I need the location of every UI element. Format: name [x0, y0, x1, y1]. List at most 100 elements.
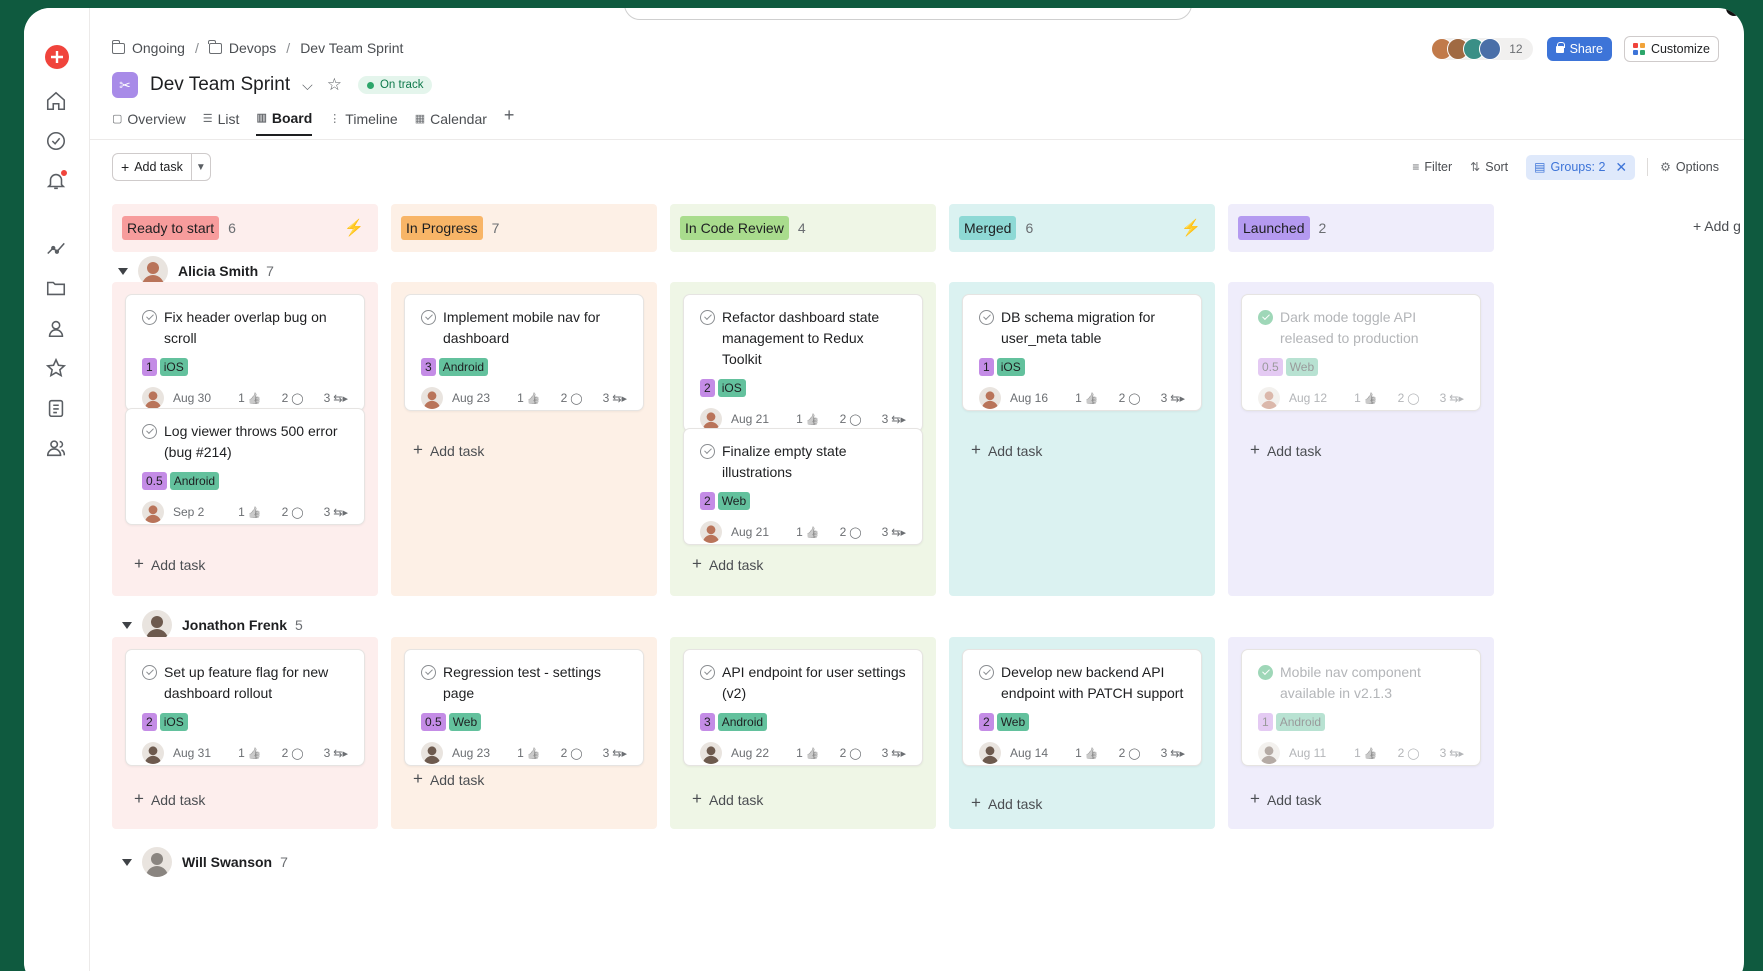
- reporting-icon[interactable]: [43, 235, 69, 261]
- subtasks-count[interactable]: 3 ⇆▸: [314, 746, 348, 760]
- complete-check-icon[interactable]: [421, 310, 436, 325]
- group-header[interactable]: Jonathon Frenk 5: [122, 610, 303, 640]
- subtasks-count[interactable]: 3 ⇆▸: [593, 391, 627, 405]
- likes-count[interactable]: 1 👍: [228, 746, 261, 760]
- due-date[interactable]: Aug 23: [452, 746, 497, 760]
- complete-check-icon[interactable]: [142, 665, 157, 680]
- due-date[interactable]: Aug 22: [731, 746, 776, 760]
- task-card[interactable]: Set up feature flag for new dashboard ro…: [125, 649, 365, 766]
- likes-count[interactable]: 1 👍: [1344, 746, 1377, 760]
- breadcrumb-item-ongoing[interactable]: Ongoing: [111, 39, 185, 56]
- portfolios-icon[interactable]: [43, 315, 69, 341]
- options-button[interactable]: ⚙ Options: [1660, 160, 1719, 174]
- assignee-avatar[interactable]: [421, 742, 443, 764]
- add-task-button[interactable]: + Add task: [1250, 789, 1321, 809]
- tab-calendar[interactable]: ▦ Calendar: [415, 108, 487, 136]
- likes-count[interactable]: 1 👍: [1065, 391, 1098, 405]
- comments-count[interactable]: 2 ◯: [272, 391, 304, 405]
- due-date[interactable]: Aug 16: [1010, 391, 1055, 405]
- subtasks-count[interactable]: 3 ⇆▸: [593, 746, 627, 760]
- complete-check-icon[interactable]: [421, 665, 436, 680]
- comments-count[interactable]: 2 ◯: [830, 525, 862, 539]
- task-card[interactable]: Implement mobile nav for dashboard 3 Andro…: [404, 294, 644, 411]
- comments-count[interactable]: 2 ◯: [1388, 746, 1420, 760]
- assignee-avatar[interactable]: [979, 387, 1001, 409]
- home-icon[interactable]: [43, 88, 69, 114]
- subtasks-count[interactable]: 3 ⇆▸: [872, 525, 906, 539]
- add-task-button[interactable]: + Add task: [692, 789, 763, 809]
- tab-timeline[interactable]: ⋮ Timeline: [329, 108, 397, 136]
- filter-button[interactable]: ≡ Filter: [1412, 160, 1452, 174]
- chevron-down-icon[interactable]: ⌵: [302, 77, 313, 94]
- likes-count[interactable]: 1 👍: [786, 525, 819, 539]
- add-task-button[interactable]: + Add task: [1250, 440, 1321, 460]
- star-icon[interactable]: ☆: [327, 75, 342, 95]
- column-label[interactable]: In Code Review: [680, 216, 789, 240]
- collapse-triangle-icon[interactable]: [122, 621, 132, 629]
- likes-count[interactable]: 1 👍: [786, 412, 819, 426]
- add-task-button[interactable]: + Add task ▼: [112, 153, 211, 181]
- close-icon[interactable]: ✕: [1615, 159, 1627, 176]
- complete-check-icon[interactable]: [1258, 665, 1273, 680]
- projects-folder-icon[interactable]: [43, 275, 69, 301]
- complete-check-icon[interactable]: [1258, 310, 1273, 325]
- comments-count[interactable]: 2 ◯: [1388, 391, 1420, 405]
- tab-overview[interactable]: ▢ Overview: [112, 108, 186, 136]
- likes-count[interactable]: 1 👍: [1344, 391, 1377, 405]
- task-card[interactable]: Log viewer throws 500 error (bug #214) 0.…: [125, 408, 365, 525]
- subtasks-count[interactable]: 3 ⇆▸: [314, 505, 348, 519]
- likes-count[interactable]: 1 👍: [507, 746, 540, 760]
- comments-count[interactable]: 2 ◯: [272, 505, 304, 519]
- column-label[interactable]: Merged: [959, 216, 1017, 240]
- assignee-avatar[interactable]: [700, 408, 722, 430]
- add-group-button[interactable]: + Add g: [1693, 218, 1741, 234]
- complete-check-icon[interactable]: [700, 665, 715, 680]
- likes-count[interactable]: 1 👍: [786, 746, 819, 760]
- task-card[interactable]: Refactor dashboard state management to R…: [683, 294, 923, 432]
- assignee-avatar[interactable]: [142, 742, 164, 764]
- customize-button[interactable]: Customize: [1623, 36, 1719, 62]
- assignee-avatar[interactable]: [979, 742, 1001, 764]
- add-task-button[interactable]: + Add task: [692, 554, 763, 574]
- rule-bolt-icon[interactable]: ⚡: [344, 218, 364, 238]
- groups-button[interactable]: ▤ Groups: 2 ✕: [1526, 154, 1636, 180]
- due-date[interactable]: Aug 21: [731, 412, 776, 426]
- likes-count[interactable]: 1 👍: [507, 391, 540, 405]
- due-date[interactable]: Sep 2: [173, 505, 218, 519]
- task-card[interactable]: Regression test - settings page 0.5 Web Aug…: [404, 649, 644, 766]
- likes-count[interactable]: 1 👍: [228, 505, 261, 519]
- my-tasks-icon[interactable]: [43, 128, 69, 154]
- comments-count[interactable]: 2 ◯: [1109, 391, 1141, 405]
- due-date[interactable]: Aug 30: [173, 391, 218, 405]
- complete-check-icon[interactable]: [979, 665, 994, 680]
- column-label[interactable]: In Progress: [401, 216, 483, 240]
- comments-count[interactable]: 2 ◯: [551, 746, 583, 760]
- collapse-triangle-icon[interactable]: [118, 267, 128, 275]
- assignee-avatar[interactable]: [1258, 742, 1280, 764]
- complete-check-icon[interactable]: [979, 310, 994, 325]
- comments-count[interactable]: 2 ◯: [830, 746, 862, 760]
- member-avatars[interactable]: 12: [1431, 38, 1533, 60]
- likes-count[interactable]: 1 👍: [1065, 746, 1098, 760]
- status-badge[interactable]: On track: [357, 76, 433, 94]
- task-card[interactable]: Develop new backend API endpoint with PA…: [962, 649, 1202, 766]
- due-date[interactable]: Aug 11: [1289, 746, 1334, 760]
- add-task-button[interactable]: + Add task: [413, 769, 484, 789]
- assignee-avatar[interactable]: [1258, 387, 1280, 409]
- due-date[interactable]: Aug 31: [173, 746, 218, 760]
- column-label[interactable]: Launched: [1238, 216, 1310, 240]
- add-task-main[interactable]: + Add task: [113, 154, 192, 180]
- chevron-down-icon[interactable]: ▼: [192, 154, 210, 180]
- share-button[interactable]: Share: [1546, 37, 1612, 61]
- task-card[interactable]: Finalize empty state illustrations 2 Web Au…: [683, 428, 923, 545]
- task-card[interactable]: Mobile nav component available in v2.1.3…: [1241, 649, 1481, 766]
- subtasks-count[interactable]: 3 ⇆▸: [1430, 746, 1464, 760]
- due-date[interactable]: Aug 14: [1010, 746, 1055, 760]
- breadcrumb-item-devops[interactable]: Devops: [208, 39, 276, 56]
- tab-board[interactable]: ▥ Board: [256, 108, 313, 136]
- assignee-avatar[interactable]: [421, 387, 443, 409]
- add-task-button[interactable]: + Add task: [413, 440, 484, 460]
- complete-check-icon[interactable]: [142, 310, 157, 325]
- assignee-avatar[interactable]: [142, 387, 164, 409]
- complete-check-icon[interactable]: [142, 424, 157, 439]
